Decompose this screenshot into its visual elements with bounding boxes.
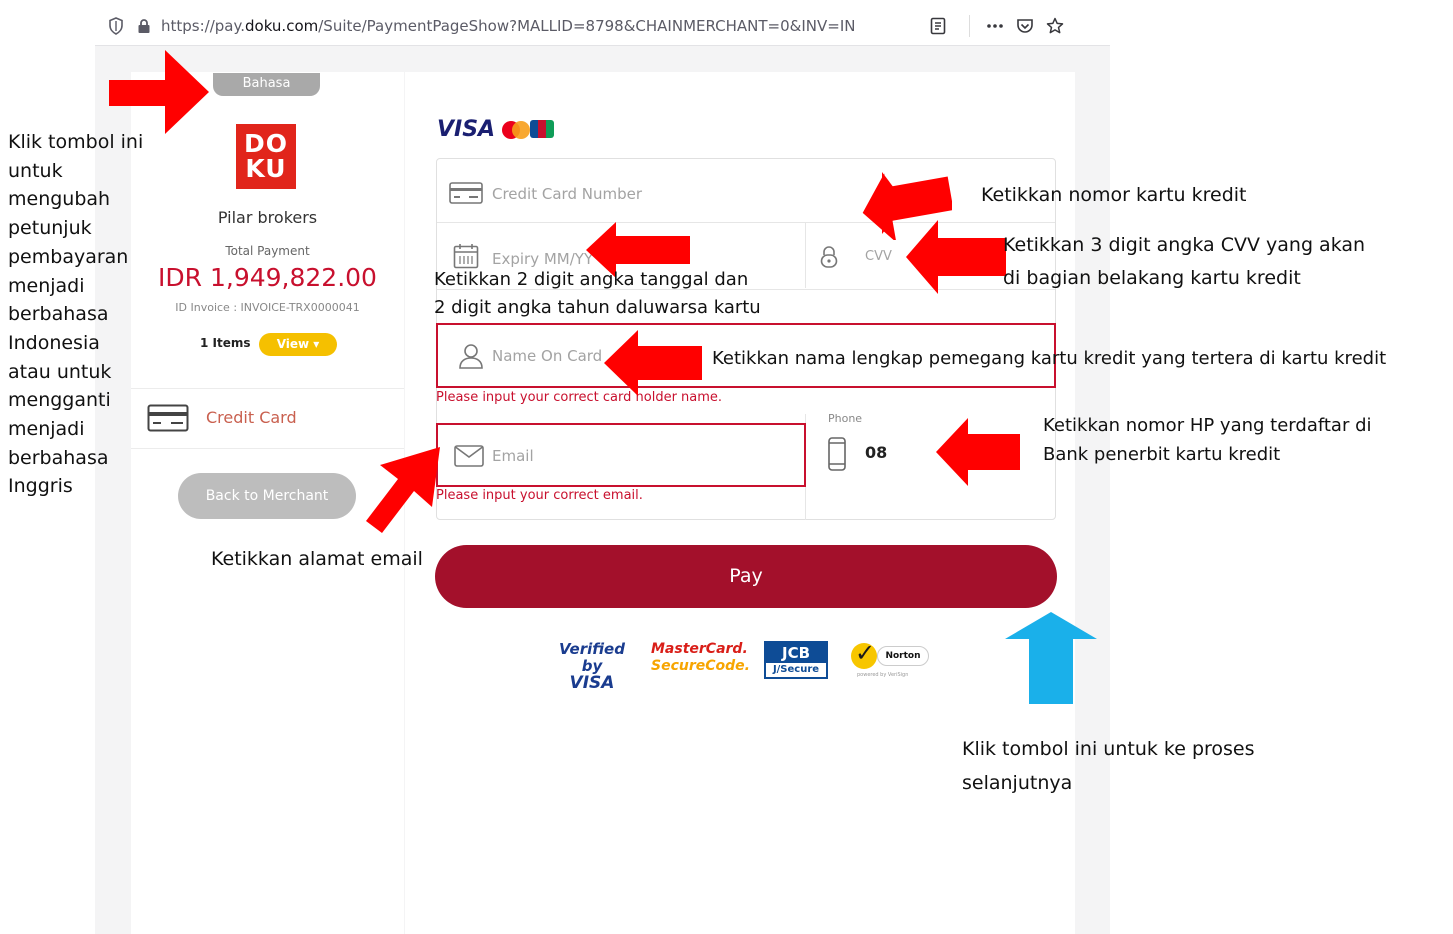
email-error-message: Please input your correct email.	[436, 488, 643, 503]
reader-view-icon[interactable]	[927, 15, 949, 37]
items-count: 1 Items	[200, 336, 251, 350]
annotation-cvv-line1: Ketikkan 3 digit angka CVV yang akan	[1003, 234, 1366, 256]
language-button[interactable]: Bahasa	[213, 73, 320, 96]
annotation-name: Ketikkan nama lengkap pemegang kartu kre…	[712, 348, 1387, 369]
card-number-field[interactable]: Credit Card Number	[437, 160, 1055, 222]
url-text[interactable]: https://pay.doku.com/Suite/PaymentPageSh…	[161, 17, 881, 35]
credit-card-icon	[449, 182, 483, 208]
name-on-card-placeholder: Name On Card	[492, 347, 603, 365]
arrow-left-icon	[936, 418, 1020, 486]
annotation-pay-line2: selanjutnya	[962, 772, 1073, 794]
mastercard-securecode-logo: MasterCard. SecureCode.	[651, 641, 750, 674]
checkmark-icon: ✓	[855, 639, 876, 667]
pocket-icon[interactable]	[1014, 15, 1036, 37]
norton-secured-logo: ✓ Norton powered by VeriSign	[851, 639, 931, 681]
annotation-phone-line2: Bank penerbit kartu kredit	[1043, 444, 1281, 465]
lock-icon	[820, 245, 838, 273]
envelope-icon	[454, 445, 484, 471]
annotation-card-number: Ketikkan nomor kartu kredit	[981, 184, 1247, 206]
total-amount: IDR 1,949,822.00	[158, 263, 377, 292]
cvv-placeholder: CVV	[865, 249, 892, 264]
mobile-phone-icon	[828, 437, 846, 475]
annotation-cvv-line2: di bagian belakang kartu kredit	[1003, 267, 1301, 289]
phone-value: 08	[865, 443, 888, 462]
email-field[interactable]: Email	[436, 423, 806, 487]
toolbar-divider	[969, 14, 970, 37]
arrow-left-icon	[906, 220, 1006, 294]
payment-method-label: Credit Card	[206, 408, 297, 427]
email-placeholder: Email	[492, 447, 534, 465]
bookmark-star-icon[interactable]	[1044, 15, 1066, 37]
user-icon	[458, 343, 484, 373]
arrow-left-icon	[604, 330, 702, 396]
lock-icon[interactable]	[133, 15, 155, 37]
merchant-name: Pilar brokers	[217, 208, 318, 227]
browser-url-bar[interactable]: https://pay.doku.com/Suite/PaymentPageSh…	[95, 6, 1110, 46]
norton-pill: Norton	[877, 646, 929, 666]
annotation-expiry-line1: Ketikkan 2 digit angka tanggal dan	[434, 269, 749, 290]
more-actions-icon[interactable]	[984, 15, 1006, 37]
view-items-button[interactable]: View ▾	[259, 333, 337, 356]
card-number-placeholder: Credit Card Number	[492, 185, 642, 203]
mastercard-logo-right	[512, 121, 530, 139]
jcb-jsecure-logo: JCB J/Secure	[764, 641, 828, 679]
arrow-up-icon	[1005, 612, 1097, 704]
payment-method-credit-card[interactable]: Credit Card	[131, 389, 404, 449]
total-payment-label: Total Payment	[225, 244, 310, 258]
annotation-expiry-line2: 2 digit angka tahun daluwarsa kartu	[434, 297, 761, 318]
doku-logo: DO KU	[236, 124, 296, 189]
norton-powered: powered by VeriSign	[857, 672, 909, 678]
back-to-merchant-button[interactable]: Back to Merchant	[178, 473, 356, 519]
arrow-right-icon	[109, 50, 209, 134]
annotation-email: Ketikkan alamat email	[211, 548, 423, 570]
verified-by-visa-logo: Verified by VISA	[559, 640, 625, 693]
annotation-language: Klik tombol ini untuk mengubah petunjuk …	[8, 131, 144, 498]
pay-button[interactable]: Pay	[435, 545, 1057, 608]
visa-logo: VISA	[437, 117, 496, 142]
invoice-id: ID Invoice : INVOICE-TRX0000041	[175, 301, 360, 314]
jcb-logo	[530, 120, 554, 138]
phone-label: Phone	[828, 412, 863, 425]
annotation-pay-line1: Klik tombol ini untuk ke proses	[962, 738, 1255, 760]
credit-card-icon	[147, 404, 189, 436]
shield-icon[interactable]	[105, 15, 127, 37]
annotation-phone-line1: Ketikkan nomor HP yang terdaftar di	[1043, 415, 1372, 436]
arrow-up-right-icon	[366, 447, 440, 533]
